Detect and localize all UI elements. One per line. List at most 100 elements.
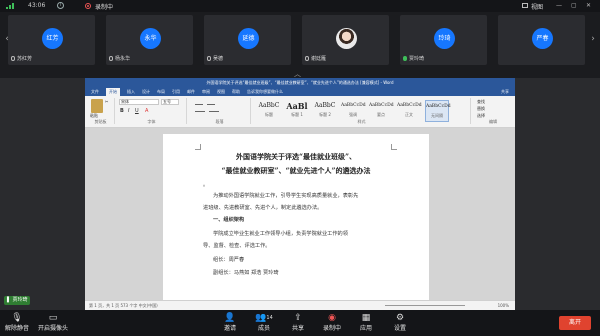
share-link[interactable]: 共享 [501,88,515,96]
status-page-info: 第 1 页，共 1 页 573 个字 中文(中国) [89,303,158,308]
tab-layout[interactable]: 布局 [157,88,165,96]
invite-icon: 👤 [224,313,236,323]
bottom-toolbar: 🎙 解除静音 ▭ 开启摄像头 👤 邀请 👥14 成员 ⇪ 共享 ◉ 录制中 ▦ … [0,310,600,336]
recording-label[interactable]: 录制中 [95,2,113,11]
replace-button[interactable]: 替换 [477,106,485,112]
participant-tile[interactable]: 红芳 苏红芳 [8,15,95,65]
paragraph-group: 段落 [189,98,251,124]
tab-help[interactable]: 帮助 [232,88,240,96]
bullets-icon[interactable] [195,104,203,105]
doc-paragraph: 导、监督、检查、评选工作。 [203,243,271,249]
participant-name: 吴德 [213,56,224,62]
word-status-bar: 第 1 页，共 1 页 573 个字 中文(中国) 100% [85,300,515,310]
record-button[interactable]: ◉ 录制中 [318,312,346,335]
italic-icon[interactable]: I [128,108,129,114]
numbering-icon[interactable] [207,104,215,105]
camera-icon: ▭ [48,313,58,323]
maximize-icon[interactable]: ▢ [571,2,577,9]
tell-me-box[interactable]: 告诉我你想要做什么 [247,88,283,96]
share-button[interactable]: ⇪ 共享 [286,312,310,335]
close-icon[interactable]: ✕ [586,2,591,9]
editing-label: 编辑 [489,119,497,124]
avatar: 延德 [238,28,259,49]
apps-button[interactable]: ▦ 应用 [354,312,378,335]
bold-icon[interactable]: B [120,108,124,114]
find-button[interactable]: 查找 [477,99,485,105]
members-button[interactable]: 👥14 成员 [252,312,276,335]
tab-home[interactable]: 开始 [106,88,120,96]
crop-mark [195,144,201,150]
styles-label: 样式 [357,119,366,124]
doc-paragraph: 学院成立毕业生就业工作领导小组，负责学院就业工作的领 [213,231,348,237]
participant-tile[interactable]: 永华 杨永华 [106,15,193,65]
avatar: 玲琦 [434,28,455,49]
document-area[interactable]: 外国语学院关于评选“最佳就业班级”、 “最佳就业教研室”、“就业先进个人”的遴选… [85,128,515,304]
doc-paragraph: 副组长：马燕如 郑浩 贾玲琦 [213,270,279,276]
align-left-icon[interactable] [195,111,205,112]
font-color-icon[interactable]: A [145,108,148,114]
clipboard-group: 粘贴 ✂ 剪贴板 [87,98,115,124]
shared-screen: 外国语学院关于评选“最佳就业班级”、“最佳就业教研室”、“就业先进个人”的通选办… [0,78,600,310]
avatar: 严春 [532,28,553,49]
zoom-slider[interactable] [385,305,465,306]
grid-view-icon[interactable] [522,3,528,8]
tab-references[interactable]: 引用 [172,88,180,96]
align-center-icon[interactable] [209,111,219,112]
font-size-select[interactable]: 五号 [161,99,179,105]
next-page-icon[interactable]: › [588,29,598,49]
mic-muted-icon [11,56,15,61]
doc-paragraph: 组长：周严春 [213,257,245,263]
minimize-icon[interactable]: — [556,2,562,9]
participant-name: 贾玲琦 [409,56,425,62]
participant-tile[interactable]: 玲琦 贾玲琦 [400,15,487,65]
mic-off-icon: 🎙 [11,313,23,323]
top-bar: 43:06 i 录制中 视图 — ▢ ✕ [0,0,600,12]
font-label: 字体 [147,119,156,124]
tab-mailings[interactable]: 邮件 [187,88,195,96]
cut-icon[interactable]: ✂ [105,99,108,104]
doc-title-line1: 外国语学院关于评选“最佳就业班级”、 [235,152,357,161]
editing-group: 查找 替换 选择 编辑 [473,98,513,124]
word-title: 外国语学院关于评选“最佳就业班级”、“最佳就业教研室”、“就业先进个人”的通选办… [85,78,515,88]
tab-view[interactable]: 视图 [217,88,225,96]
gear-icon: ⚙ [395,313,405,323]
view-button[interactable]: 视图 [531,2,543,11]
settings-button[interactable]: ⚙ 设置 [388,312,412,335]
paste-icon[interactable] [91,99,103,113]
avatar: 红芳 [42,28,63,49]
share-icon: ⇪ [294,313,302,323]
camera-button[interactable]: ▭ 开启摄像头 [36,312,70,335]
word-window: 外国语学院关于评选“最佳就业班级”、“最佳就业教研室”、“就业先进个人”的通选办… [85,78,515,310]
participant-name: 谢廷雁 [311,56,327,62]
signal-icon [6,3,16,9]
crop-mark [391,144,397,150]
meeting-timer: 43:06 [28,2,46,9]
apps-icon: ▦ [361,313,371,323]
paragraph-label: 段落 [215,119,224,124]
recording-icon[interactable] [85,3,91,9]
mic-muted-icon [207,56,211,61]
avatar-photo [336,28,357,49]
mic-active-icon [403,56,407,61]
underline-icon[interactable]: U [135,108,139,114]
speaker-name: 贾玲琦 [12,297,28,303]
info-icon[interactable]: i [57,2,64,9]
unmute-button[interactable]: 🎙 解除静音 [2,312,32,335]
doc-mark: 。 [203,182,209,188]
zoom-level[interactable]: 100% [498,301,509,310]
font-name-select[interactable]: 宋体 [119,99,159,105]
participant-tile[interactable]: 谢廷雁 [302,15,389,65]
document-page[interactable]: 外国语学院关于评选“最佳就业班级”、 “最佳就业教研室”、“就业先进个人”的遴选… [163,134,429,304]
tab-review[interactable]: 审阅 [202,88,210,96]
doc-heading: 一、组织架构 [213,217,245,223]
doc-paragraph: 为推动外国语学院就业工作，引导学生实现高质量就业，表彰先 [213,193,359,199]
leave-button[interactable]: 离开 [559,316,591,330]
mic-muted-icon [305,56,309,61]
tab-design[interactable]: 设计 [142,88,150,96]
participant-tile[interactable]: 严春 [498,15,585,65]
invite-button[interactable]: 👤 邀请 [218,312,242,335]
members-icon: 👥14 [255,313,273,323]
tab-insert[interactable]: 插入 [127,88,135,96]
participant-tile[interactable]: 延德 吴德 [204,15,291,65]
tab-file[interactable]: 文件 [91,88,99,96]
